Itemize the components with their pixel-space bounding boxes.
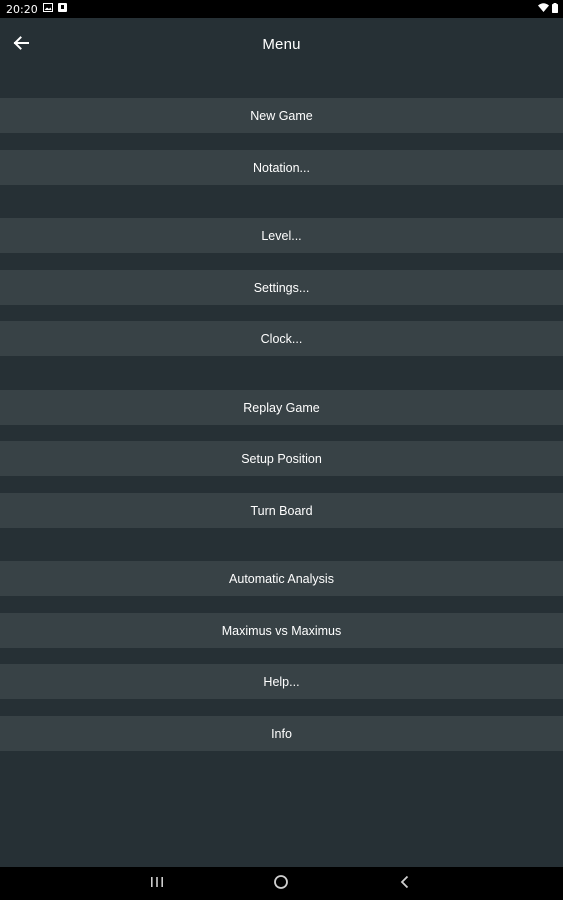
menu-item-automatic-analysis[interactable]: Automatic Analysis [0, 561, 563, 596]
page-title: Menu [262, 36, 301, 53]
recent-apps-button[interactable] [148, 875, 166, 893]
navigation-bar [0, 867, 563, 900]
menu-item-notation[interactable]: Notation... [0, 150, 563, 185]
home-icon [273, 874, 289, 895]
menu-item-clock[interactable]: Clock... [0, 321, 563, 356]
menu-item-turn-board[interactable]: Turn Board [0, 493, 563, 528]
menu-item-new-game[interactable]: New Game [0, 98, 563, 133]
status-bar: 20:20 [0, 0, 563, 18]
menu-item-setup-position[interactable]: Setup Position [0, 441, 563, 476]
menu-item-maximus-vs-maximus[interactable]: Maximus vs Maximus [0, 613, 563, 648]
menu-item-info[interactable]: Info [0, 716, 563, 751]
wifi-icon [538, 3, 549, 16]
menu-item-replay-game[interactable]: Replay Game [0, 390, 563, 425]
recent-apps-icon [150, 875, 164, 893]
menu-item-level[interactable]: Level... [0, 218, 563, 253]
menu-item-help[interactable]: Help... [0, 664, 563, 699]
status-right [538, 3, 558, 16]
battery-icon [552, 3, 558, 16]
toolbar: Menu [0, 18, 563, 74]
home-button[interactable] [272, 874, 290, 895]
system-back-button[interactable] [396, 875, 414, 893]
image-icon [42, 3, 53, 15]
menu-item-settings[interactable]: Settings... [0, 270, 563, 305]
back-icon [399, 875, 411, 894]
notification-icon [57, 3, 67, 15]
status-time: 20:20 [6, 2, 38, 16]
